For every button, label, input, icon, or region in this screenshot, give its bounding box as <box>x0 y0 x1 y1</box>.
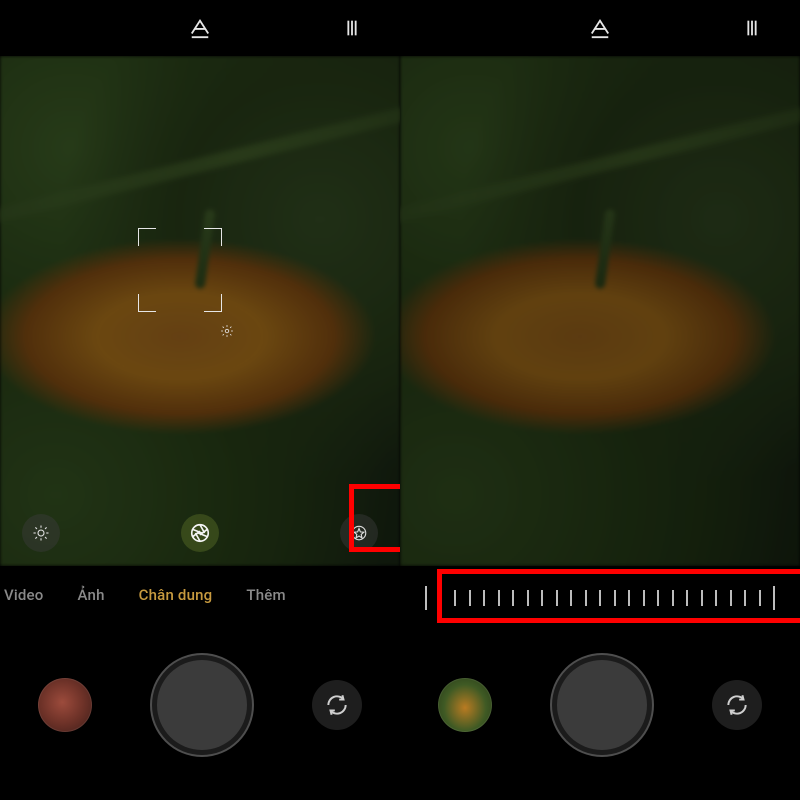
mode-selector[interactable]: Video Ảnh Chân dung Thêm <box>0 575 400 615</box>
camera-flip-icon[interactable] <box>712 680 762 730</box>
top-toolbar <box>400 0 800 56</box>
menu-lines-icon[interactable] <box>332 17 372 39</box>
camera-screen-left: Video Ảnh Chân dung Thêm <box>0 0 400 800</box>
mode-portrait[interactable]: Chân dung <box>139 586 213 604</box>
ai-toggle-icon[interactable] <box>180 17 220 39</box>
shutter-button[interactable] <box>557 660 647 750</box>
camera-flip-icon[interactable] <box>312 680 362 730</box>
slider-cursor[interactable] <box>439 584 442 612</box>
gallery-thumbnail[interactable] <box>438 678 492 732</box>
aperture-slider-row <box>400 575 800 621</box>
slider-ticks <box>425 586 775 610</box>
menu-lines-icon[interactable] <box>732 17 772 39</box>
bottom-controls <box>0 630 400 780</box>
aperture-slider[interactable] <box>425 581 775 615</box>
mode-photo[interactable]: Ảnh <box>78 586 105 604</box>
top-toolbar <box>0 0 400 56</box>
exposure-sun-icon[interactable] <box>220 324 232 336</box>
quick-action-row <box>0 514 400 552</box>
filter-star-icon[interactable] <box>340 514 378 552</box>
brightness-icon[interactable] <box>22 514 60 552</box>
mode-video[interactable]: Video <box>4 586 44 604</box>
viewfinder[interactable] <box>400 56 800 566</box>
ai-toggle-icon[interactable] <box>580 17 620 39</box>
mode-more[interactable]: Thêm <box>246 586 285 604</box>
viewfinder[interactable] <box>0 56 400 566</box>
shutter-button[interactable] <box>157 660 247 750</box>
camera-screen-right <box>400 0 800 800</box>
focus-indicator <box>138 228 222 312</box>
preview-image <box>400 56 800 566</box>
aperture-icon[interactable] <box>181 514 219 552</box>
gallery-thumbnail[interactable] <box>38 678 92 732</box>
bottom-controls <box>400 630 800 780</box>
